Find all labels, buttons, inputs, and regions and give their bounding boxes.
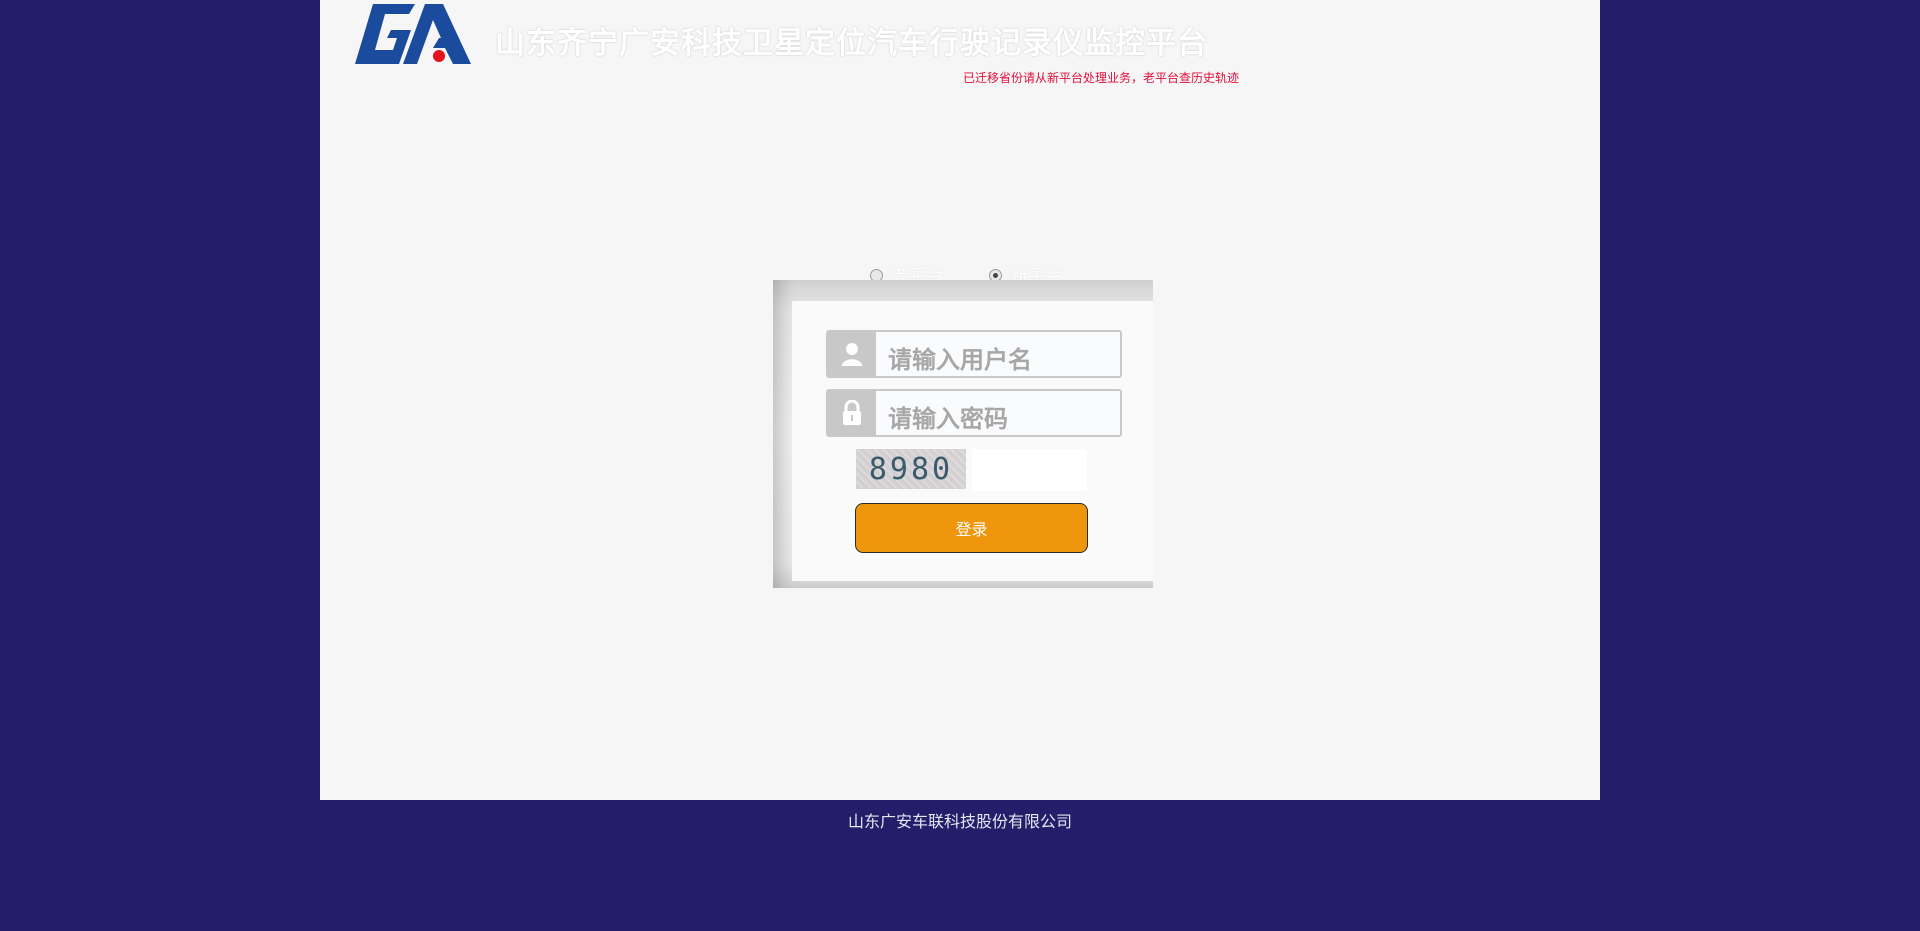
captcha-input[interactable]	[972, 449, 1087, 491]
login-button[interactable]: 登录	[855, 503, 1088, 553]
captcha-image[interactable]: 8980	[856, 449, 966, 489]
main-content-area: 山东齐宁广安科技卫星定位汽车行驶记录仪监控平台 已迁移省份请从新平台处理业务，老…	[320, 0, 1600, 800]
password-placeholder: 请输入密码	[888, 405, 1008, 433]
password-field[interactable]: 请输入密码	[826, 389, 1122, 437]
lock-icon	[828, 391, 876, 435]
user-icon	[828, 332, 876, 376]
company-logo	[355, 4, 471, 64]
page-title: 山东齐宁广安科技卫星定位汽车行驶记录仪监控平台	[495, 26, 1208, 61]
username-placeholder: 请输入用户名	[888, 346, 1032, 374]
footer-company: 山东广安车联科技股份有限公司	[847, 812, 1072, 831]
username-field[interactable]: 请输入用户名	[826, 330, 1122, 378]
migration-notice: 已迁移省份请从新平台处理业务，老平台查历史轨迹	[963, 71, 1240, 85]
